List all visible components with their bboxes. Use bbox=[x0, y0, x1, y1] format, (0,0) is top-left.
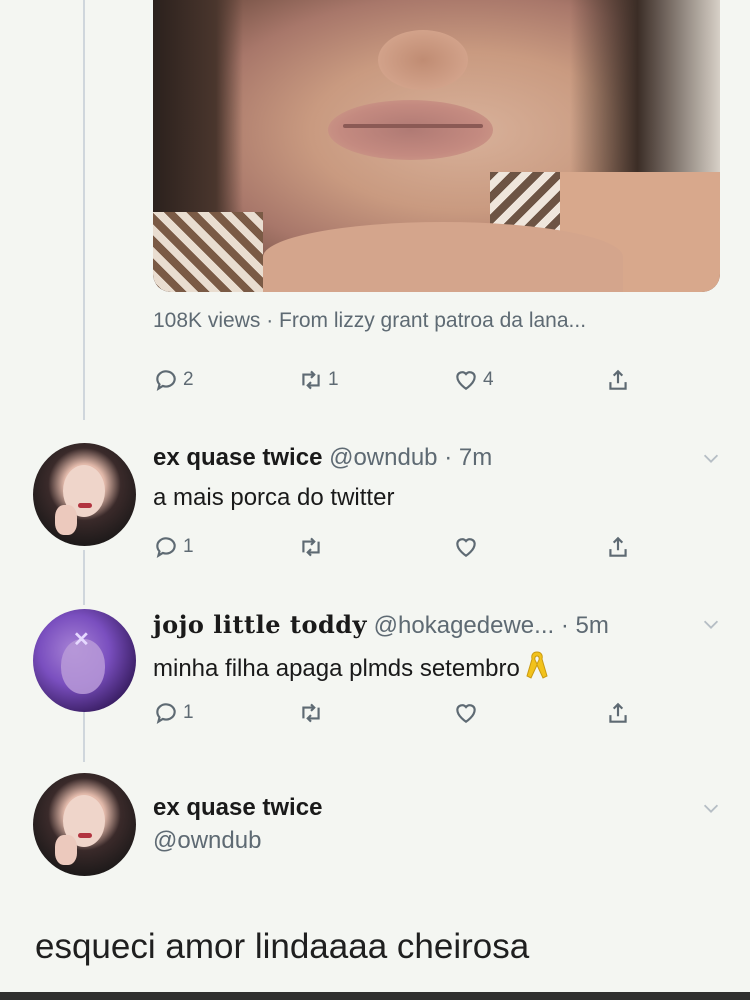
reply-actions: 1 bbox=[153, 700, 653, 730]
reply-text: a mais porca do twitter bbox=[153, 484, 395, 511]
display-name[interactable]: ex quase twice bbox=[153, 444, 322, 471]
retweet-button[interactable] bbox=[298, 534, 324, 560]
main-tweet-header: ex quase twice bbox=[153, 794, 322, 822]
chevron-down-icon bbox=[703, 804, 719, 813]
like-button[interactable] bbox=[453, 534, 479, 560]
share-button[interactable] bbox=[605, 367, 631, 393]
like-count: 4 bbox=[483, 369, 494, 390]
reply-count: 1 bbox=[183, 536, 194, 557]
retweet-button[interactable] bbox=[298, 700, 324, 726]
tweet-time: · 5m bbox=[560, 612, 609, 639]
reply-button[interactable]: 1 bbox=[153, 534, 194, 560]
retweet-icon bbox=[302, 537, 320, 557]
like-button[interactable] bbox=[453, 700, 479, 726]
avatar[interactable] bbox=[33, 443, 136, 546]
share-icon bbox=[609, 536, 627, 557]
chevron-down-icon bbox=[703, 620, 719, 629]
retweet-button[interactable]: 1 bbox=[298, 367, 339, 393]
tweet-video-thumbnail[interactable] bbox=[153, 0, 720, 292]
share-icon bbox=[609, 369, 627, 390]
display-name[interactable]: jojo little toddy bbox=[153, 610, 367, 639]
reply-header: ex quase twice @owndub · 7m bbox=[153, 444, 492, 472]
more-options-button[interactable] bbox=[700, 613, 722, 635]
reply-actions: 1 bbox=[153, 534, 653, 564]
retweet-count: 1 bbox=[328, 369, 339, 390]
thread-line-bottom bbox=[83, 712, 85, 762]
avatar[interactable]: ✕ bbox=[33, 609, 136, 712]
heart-icon bbox=[456, 371, 476, 390]
heart-icon bbox=[456, 538, 476, 557]
share-button[interactable] bbox=[605, 534, 631, 560]
reply-text-line: minha filha apaga plmds setembro bbox=[153, 650, 548, 683]
tweet-time: · 7m bbox=[444, 444, 493, 471]
share-icon bbox=[609, 702, 627, 723]
reply-button[interactable]: 2 bbox=[153, 367, 194, 393]
reply-icon bbox=[156, 703, 176, 725]
user-handle[interactable]: @owndub bbox=[153, 827, 261, 855]
share-button[interactable] bbox=[605, 700, 631, 726]
like-button[interactable]: 4 bbox=[453, 367, 494, 393]
reply-text: minha filha apaga plmds setembro bbox=[153, 655, 520, 682]
heart-icon bbox=[456, 704, 476, 723]
retweet-icon bbox=[302, 370, 320, 390]
reply-count: 1 bbox=[183, 702, 194, 723]
retweet-icon bbox=[302, 703, 320, 723]
tweet-actions: 2 1 4 bbox=[153, 367, 653, 397]
reply-header: jojo little toddy @hokagedewe... · 5m bbox=[153, 610, 609, 640]
reply-count: 2 bbox=[183, 369, 194, 390]
reply-button[interactable]: 1 bbox=[153, 700, 194, 726]
bottom-edge-bar bbox=[0, 992, 750, 1000]
video-views-text: 108K views · From lizzy grant patroa da … bbox=[153, 309, 587, 332]
display-name[interactable]: ex quase twice bbox=[153, 794, 322, 821]
reply-icon bbox=[156, 370, 176, 392]
user-handle[interactable]: @owndub bbox=[329, 444, 437, 471]
reply-icon bbox=[156, 537, 176, 559]
user-handle[interactable]: @hokagedewe... bbox=[374, 612, 554, 639]
avatar[interactable] bbox=[33, 773, 136, 876]
more-options-button[interactable] bbox=[700, 797, 722, 819]
chevron-down-icon bbox=[703, 454, 719, 463]
more-options-button[interactable] bbox=[700, 447, 722, 469]
main-tweet-text: esqueci amor lindaaaa cheirosa bbox=[35, 927, 530, 966]
thread-line-top bbox=[83, 0, 85, 420]
yellow-ribbon-icon bbox=[526, 651, 548, 679]
thread-line-mid bbox=[83, 550, 85, 605]
